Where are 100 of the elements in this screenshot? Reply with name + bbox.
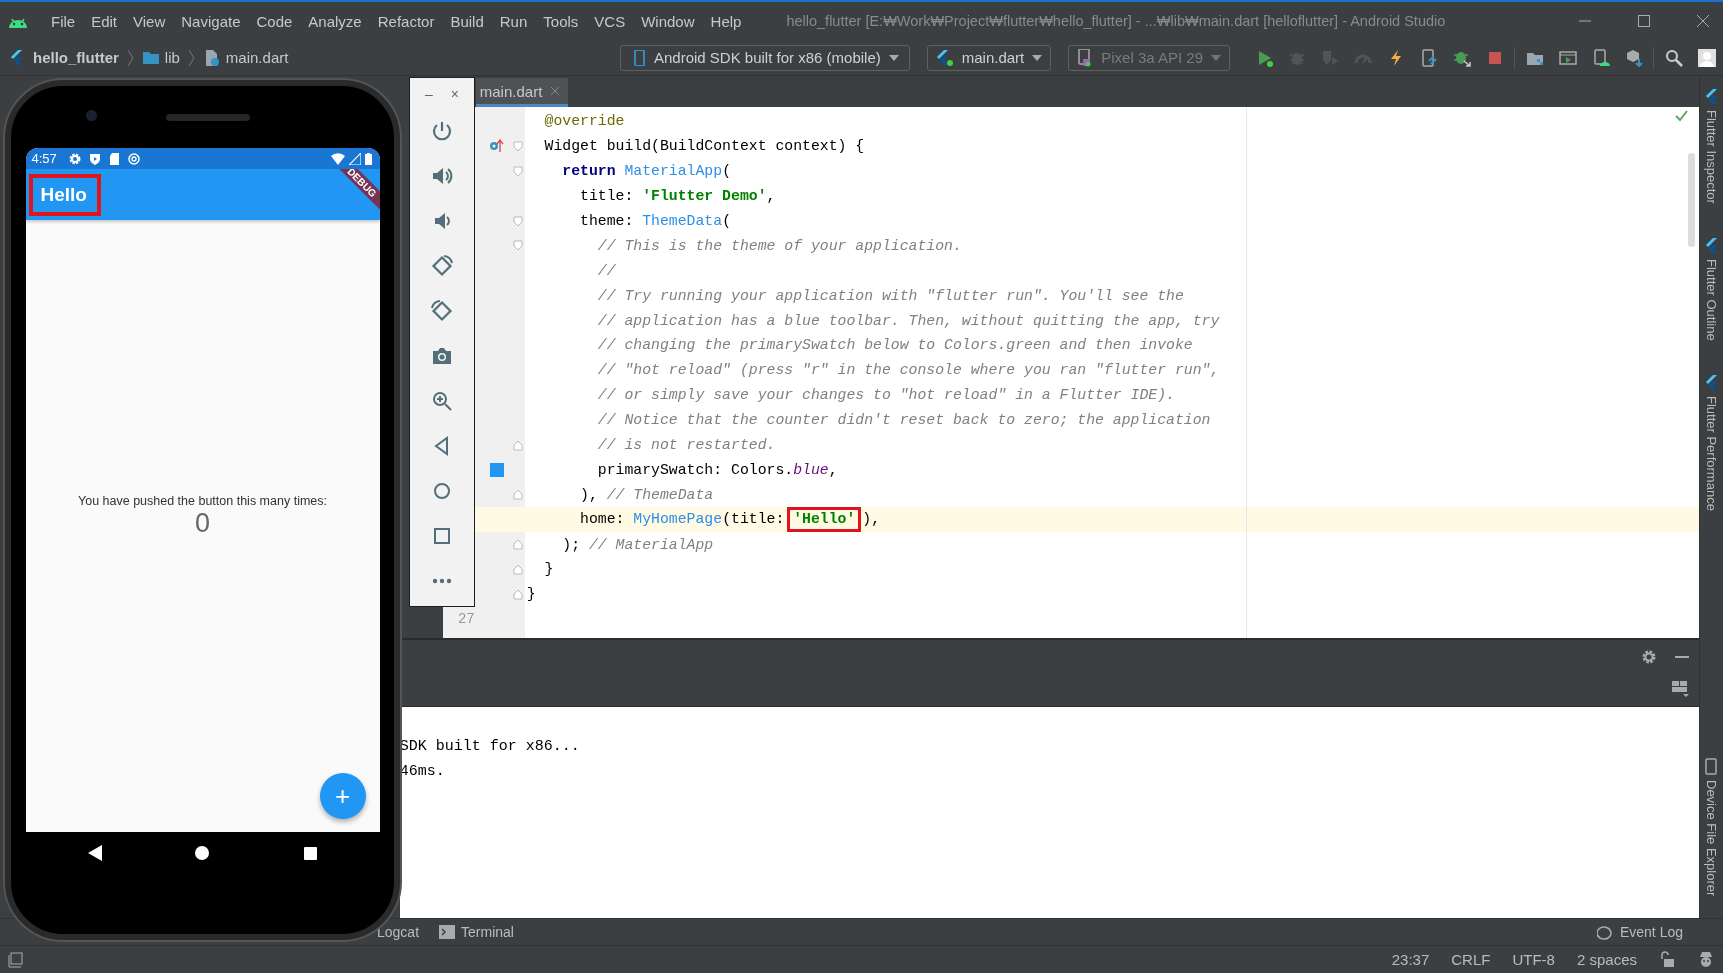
phone-flutter-icon[interactable]	[1419, 48, 1438, 67]
counter-label: You have pushed the button this many times:	[78, 493, 327, 508]
code-line: // application has a blue toolbar. Then, without quitting the app, try	[596, 312, 1220, 329]
code-line: @override	[543, 113, 625, 130]
device-target-dropdown[interactable]: Android SDK built for x86 (mobile)	[619, 44, 910, 71]
caret-icon	[1032, 54, 1043, 61]
unlock-icon[interactable]	[1659, 951, 1675, 968]
shield-icon	[88, 152, 101, 165]
rotate-right-icon[interactable]	[431, 300, 453, 322]
home-icon[interactable]	[194, 845, 210, 861]
status-time: 4:57	[31, 151, 57, 166]
code-line: }	[543, 561, 554, 578]
flutter-icon	[1705, 88, 1718, 105]
console-line: 46ms.	[399, 762, 446, 782]
caret-icon	[1211, 54, 1221, 61]
camera-dot	[86, 110, 97, 121]
code-line: //	[596, 262, 616, 279]
check-icon	[1675, 110, 1688, 122]
rotate-left-icon[interactable]	[431, 255, 453, 277]
status-item[interactable]: CRLF	[1451, 951, 1491, 968]
code-line: ), // ThemeData	[579, 486, 714, 503]
scrollbar[interactable]	[1688, 153, 1695, 247]
tool-window-tab[interactable]: Event Log	[1596, 924, 1683, 940]
code-line: primarySwatch: Colors.blue,	[596, 461, 838, 478]
menu-item[interactable]: Run	[492, 12, 537, 30]
menu-item[interactable]: Build	[443, 12, 493, 30]
color-swatch[interactable]	[489, 462, 504, 477]
breadcrumb[interactable]: hello_flutter	[10, 48, 119, 67]
code-line: return MaterialApp(	[561, 163, 732, 180]
code-line: ); // MaterialApp	[561, 536, 714, 553]
tool-window-tab[interactable]: Flutter Performance	[1704, 373, 1719, 511]
breadcrumb[interactable]: lib	[141, 48, 180, 67]
app-bar-title: Hello	[28, 173, 101, 216]
power-icon[interactable]	[431, 120, 453, 142]
menu-item[interactable]: Navigate	[174, 12, 250, 30]
menu-item[interactable]: Window	[634, 12, 704, 30]
close-icon[interactable]	[1697, 15, 1709, 27]
code-line: home: MyHomePage(title: 'Hello' ),	[524, 507, 881, 533]
panel-toggle-icon[interactable]	[8, 951, 23, 968]
menu-item[interactable]: VCS	[587, 12, 635, 30]
signal-icon	[348, 152, 361, 165]
layout-icon[interactable]	[1672, 681, 1689, 697]
line-number: 27	[456, 611, 475, 628]
wifi-icon	[330, 152, 345, 165]
counter-value: 0	[195, 507, 210, 539]
chevron-icon	[126, 48, 134, 67]
override-icon[interactable]	[489, 138, 505, 155]
phone-android-icon[interactable]	[1591, 48, 1610, 67]
code-line: Widget build(BuildContext context) {	[543, 138, 865, 155]
tool-window-tab[interactable]: Device File Explorer	[1704, 757, 1719, 896]
menu-item[interactable]: Code	[249, 12, 302, 30]
caret-icon	[888, 54, 899, 61]
overview-icon[interactable]	[302, 845, 318, 861]
code-line: // Notice that the counter didn't reset back to zero; the application	[596, 412, 1211, 429]
flutter-icon	[1705, 236, 1718, 254]
run-config-dropdown[interactable]: main.dart	[926, 44, 1052, 71]
status-item[interactable]: 23:37	[1391, 951, 1430, 968]
code-line: // This is the theme of your application.	[596, 237, 962, 254]
flutter-icon	[935, 48, 954, 67]
screen-play-icon[interactable]	[1558, 48, 1577, 67]
phone-icon	[632, 49, 646, 66]
menu-item[interactable]: Help	[703, 12, 751, 30]
status-item[interactable]: 2 spaces	[1576, 951, 1637, 968]
close-button[interactable]: ×	[450, 86, 459, 102]
menu-item[interactable]: Refactor	[370, 12, 444, 30]
code-line: theme: ThemeData(	[579, 213, 731, 229]
status-item[interactable]: UTF-8	[1512, 951, 1555, 968]
settings-icon[interactable]	[1641, 649, 1657, 665]
avatar-icon[interactable]	[1697, 48, 1716, 67]
zoom-in-icon[interactable]	[431, 390, 453, 412]
minimize-button[interactable]: –	[425, 86, 433, 102]
code-line: // Try running your application with "flutter run". You'll see the	[596, 287, 1184, 304]
tool-window-tab[interactable]: Terminal	[439, 924, 514, 940]
tool-window-tab[interactable]: Flutter Outline	[1704, 236, 1719, 341]
breadcrumb[interactable]: main.dart	[202, 48, 289, 67]
menu-item[interactable]: Analyze	[301, 12, 371, 30]
menu-item[interactable]: Edit	[84, 12, 127, 30]
editor-tab[interactable]: main.dart	[475, 78, 569, 107]
menu-item[interactable]: Tools	[536, 12, 588, 30]
minimize-icon[interactable]	[1675, 655, 1689, 659]
volume-up-icon[interactable]	[431, 165, 453, 187]
inspector-icon[interactable]	[1697, 951, 1715, 968]
code-line: // is not restarted.	[596, 437, 776, 453]
camera-icon[interactable]	[431, 345, 453, 367]
code-line: }	[525, 586, 536, 603]
back-icon[interactable]	[87, 845, 102, 861]
maximize-icon[interactable]	[1638, 15, 1650, 27]
tool-window-tab[interactable]: Logcat	[377, 924, 420, 940]
terminal-icon	[439, 925, 456, 939]
code-line: // or simply save your changes to "hot reload" in a Flutter IDE).	[596, 387, 1175, 404]
gear-icon	[68, 152, 81, 165]
window-title: hello_flutter [E:₩Work₩Project₩flutter₩hello_flutter] - ...₩lib₩main.dart [helloflutter] - Android Studio	[785, 13, 1447, 29]
sd-card-icon	[108, 152, 120, 165]
box-download-icon[interactable]	[1624, 48, 1643, 67]
tool-window-tab[interactable]: Flutter Inspector	[1704, 88, 1719, 204]
menu-item[interactable]: View	[126, 12, 175, 30]
chevron-icon	[187, 48, 195, 67]
menu-item[interactable]: File	[44, 12, 85, 30]
code-line: // "hot reload" (press "r" in the console where you ran "flutter run",	[596, 362, 1220, 379]
search-icon[interactable]	[1664, 48, 1683, 67]
